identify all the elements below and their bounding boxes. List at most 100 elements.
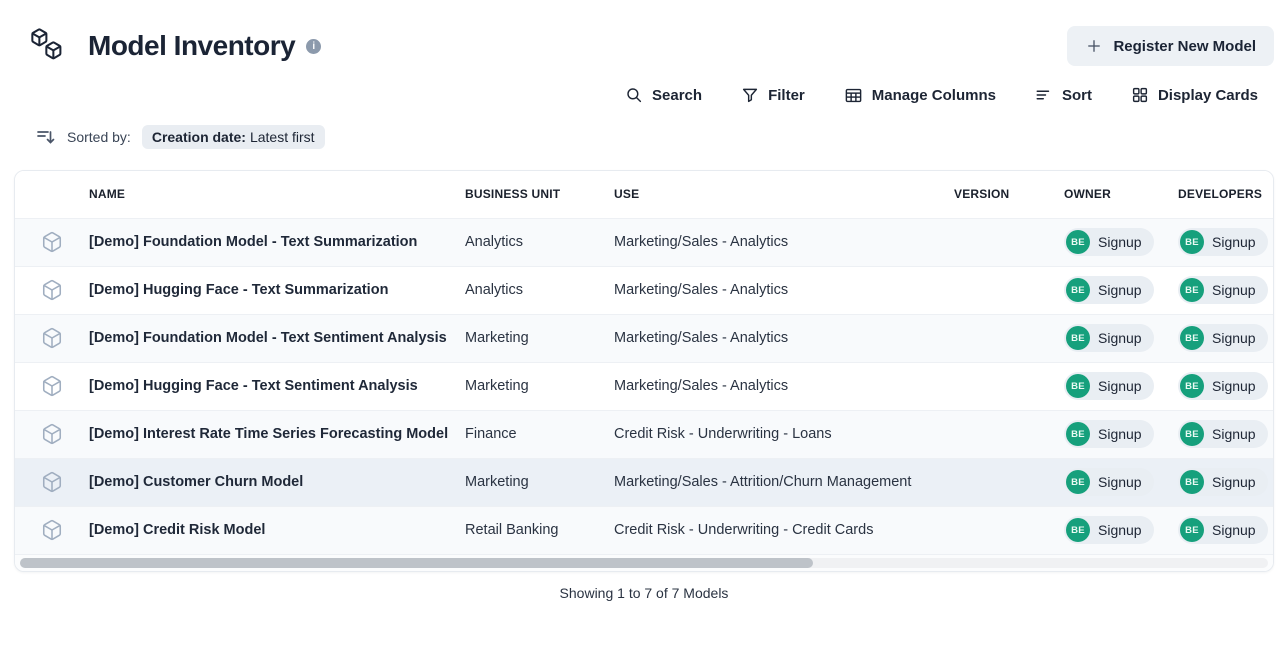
- avatar: BE: [1066, 470, 1090, 494]
- owner-badge[interactable]: BESignup: [1064, 468, 1154, 496]
- cell-name[interactable]: [Demo] Interest Rate Time Series Forecas…: [89, 410, 465, 458]
- cell-business-unit: Finance: [465, 410, 614, 458]
- cell-version: [954, 458, 1064, 506]
- page-header: Model Inventory i Register New Model: [28, 24, 1274, 68]
- cell-use: Marketing/Sales - Analytics: [614, 314, 954, 362]
- filter-icon: [741, 86, 759, 104]
- column-header-icon: [15, 171, 89, 218]
- column-header-developers[interactable]: DEVELOPERS: [1178, 171, 1273, 218]
- developer-badge[interactable]: BESignup: [1178, 420, 1268, 448]
- grid-cards-icon: [1131, 86, 1149, 104]
- search-label: Search: [652, 87, 702, 104]
- table-row[interactable]: [Demo] Foundation Model - Text Sentiment…: [15, 314, 1273, 362]
- model-cube-icon: [41, 231, 63, 253]
- owner-badge[interactable]: BESignup: [1064, 420, 1154, 448]
- display-cards-button[interactable]: Display Cards: [1131, 86, 1258, 104]
- developer-badge[interactable]: BESignup: [1178, 228, 1268, 256]
- cell-model-icon: [15, 266, 89, 314]
- sort-criteria-key: Creation date:: [152, 129, 246, 145]
- sort-button[interactable]: Sort: [1035, 86, 1092, 104]
- cell-owner: BESignup: [1064, 506, 1178, 554]
- column-header-business-unit[interactable]: BUSINESS UNIT: [465, 171, 614, 218]
- owner-badge[interactable]: BESignup: [1064, 324, 1154, 352]
- cell-developers: BESignup: [1178, 266, 1273, 314]
- avatar: BE: [1180, 278, 1204, 302]
- cell-owner: BESignup: [1064, 458, 1178, 506]
- avatar: BE: [1066, 326, 1090, 350]
- model-cube-icon: [41, 327, 63, 349]
- cell-business-unit: Analytics: [465, 218, 614, 266]
- cell-use: Credit Risk - Underwriting - Credit Card…: [614, 506, 954, 554]
- cell-name[interactable]: [Demo] Foundation Model - Text Sentiment…: [89, 314, 465, 362]
- sort-criteria-value: Latest first: [250, 129, 315, 145]
- cell-name[interactable]: [Demo] Customer Churn Model: [89, 458, 465, 506]
- cell-model-icon: [15, 314, 89, 362]
- model-cube-icon: [41, 519, 63, 541]
- developer-badge[interactable]: BESignup: [1178, 372, 1268, 400]
- plus-icon: [1085, 37, 1103, 55]
- table-row[interactable]: [Demo] Hugging Face - Text Sentiment Ana…: [15, 362, 1273, 410]
- cell-use: Marketing/Sales - Analytics: [614, 362, 954, 410]
- cell-model-icon: [15, 458, 89, 506]
- cell-developers: BESignup: [1178, 506, 1273, 554]
- horizontal-scrollbar[interactable]: [15, 554, 1273, 571]
- sorted-by-label: Sorted by:: [67, 129, 131, 145]
- search-button[interactable]: Search: [625, 86, 702, 104]
- developer-badge[interactable]: BESignup: [1178, 516, 1268, 544]
- page-title: Model Inventory: [88, 30, 295, 62]
- cell-name[interactable]: [Demo] Hugging Face - Text Summarization: [89, 266, 465, 314]
- cell-business-unit: Retail Banking: [465, 506, 614, 554]
- cell-developers: BESignup: [1178, 410, 1273, 458]
- filter-button[interactable]: Filter: [741, 86, 805, 104]
- cell-developers: BESignup: [1178, 458, 1273, 506]
- cell-use: Marketing/Sales - Analytics: [614, 218, 954, 266]
- owner-badge[interactable]: BESignup: [1064, 276, 1154, 304]
- info-icon[interactable]: i: [306, 39, 321, 54]
- cell-use: Marketing/Sales - Analytics: [614, 266, 954, 314]
- model-cube-icon: [41, 423, 63, 445]
- cell-name[interactable]: [Demo] Foundation Model - Text Summariza…: [89, 218, 465, 266]
- sort-label: Sort: [1062, 87, 1092, 104]
- avatar: BE: [1180, 422, 1204, 446]
- model-inventory-page: Model Inventory i Register New Model Sea…: [0, 24, 1288, 601]
- avatar: BE: [1066, 422, 1090, 446]
- table-columns-icon: [844, 86, 863, 105]
- column-header-use[interactable]: USE: [614, 171, 954, 218]
- avatar: BE: [1180, 518, 1204, 542]
- cell-owner: BESignup: [1064, 362, 1178, 410]
- table-row[interactable]: [Demo] Hugging Face - Text Summarization…: [15, 266, 1273, 314]
- model-inventory-logo-icon: [28, 26, 68, 66]
- table-row[interactable]: [Demo] Customer Churn Model Marketing Ma…: [15, 458, 1273, 506]
- sort-criteria-badge[interactable]: Creation date:Latest first: [142, 125, 325, 149]
- cell-model-icon: [15, 362, 89, 410]
- avatar: BE: [1066, 518, 1090, 542]
- sort-lines-icon: [1035, 86, 1053, 104]
- owner-badge[interactable]: BESignup: [1064, 372, 1154, 400]
- cell-owner: BESignup: [1064, 266, 1178, 314]
- table-row[interactable]: [Demo] Credit Risk Model Retail Banking …: [15, 506, 1273, 554]
- register-new-model-button[interactable]: Register New Model: [1067, 26, 1274, 66]
- model-cube-icon: [41, 279, 63, 301]
- avatar: BE: [1066, 278, 1090, 302]
- cell-model-icon: [15, 410, 89, 458]
- sort-descending-icon: [36, 127, 56, 147]
- column-header-version[interactable]: VERSION: [954, 171, 1064, 218]
- cell-name[interactable]: [Demo] Hugging Face - Text Sentiment Ana…: [89, 362, 465, 410]
- owner-badge[interactable]: BESignup: [1064, 228, 1154, 256]
- table-row[interactable]: [Demo] Interest Rate Time Series Forecas…: [15, 410, 1273, 458]
- cell-business-unit: Marketing: [465, 362, 614, 410]
- horizontal-scrollbar-thumb[interactable]: [20, 558, 813, 568]
- cell-business-unit: Marketing: [465, 314, 614, 362]
- cell-owner: BESignup: [1064, 410, 1178, 458]
- column-header-name[interactable]: NAME: [89, 171, 465, 218]
- cell-name[interactable]: [Demo] Credit Risk Model: [89, 506, 465, 554]
- developer-badge[interactable]: BESignup: [1178, 276, 1268, 304]
- developer-badge[interactable]: BESignup: [1178, 324, 1268, 352]
- developer-badge[interactable]: BESignup: [1178, 468, 1268, 496]
- table-row[interactable]: [Demo] Foundation Model - Text Summariza…: [15, 218, 1273, 266]
- cell-version: [954, 410, 1064, 458]
- column-header-owner[interactable]: OWNER: [1064, 171, 1178, 218]
- manage-columns-button[interactable]: Manage Columns: [844, 86, 996, 105]
- cell-version: [954, 362, 1064, 410]
- owner-badge[interactable]: BESignup: [1064, 516, 1154, 544]
